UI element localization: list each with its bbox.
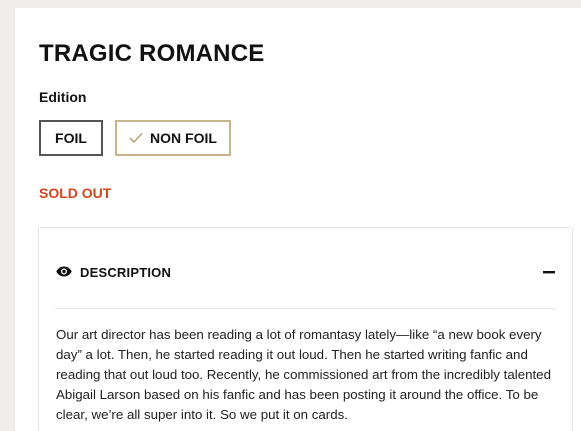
edition-option-label: FOIL bbox=[55, 130, 87, 146]
divider bbox=[55, 308, 556, 309]
minus-icon[interactable] bbox=[542, 265, 556, 279]
eye-icon bbox=[56, 266, 72, 277]
description-toggle[interactable]: DESCRIPTION bbox=[39, 228, 572, 308]
description-text: Our art director has been reading a lot … bbox=[56, 327, 551, 422]
checkmark-icon bbox=[129, 133, 143, 143]
edition-option-label: NON FOIL bbox=[150, 130, 217, 146]
edition-option-non-foil[interactable]: NON FOIL bbox=[115, 120, 231, 156]
sold-out-status: SOLD OUT bbox=[39, 185, 112, 201]
description-heading: DESCRIPTION bbox=[80, 265, 172, 280]
edition-option-foil[interactable]: FOIL bbox=[39, 120, 103, 156]
product-title: TRAGIC ROMANCE bbox=[39, 40, 265, 67]
description-panel: DESCRIPTION Our art director has been re… bbox=[38, 227, 573, 431]
product-card: TRAGIC ROMANCE Edition FOIL NON FOIL SOL… bbox=[15, 8, 581, 431]
edition-label: Edition bbox=[39, 89, 87, 105]
